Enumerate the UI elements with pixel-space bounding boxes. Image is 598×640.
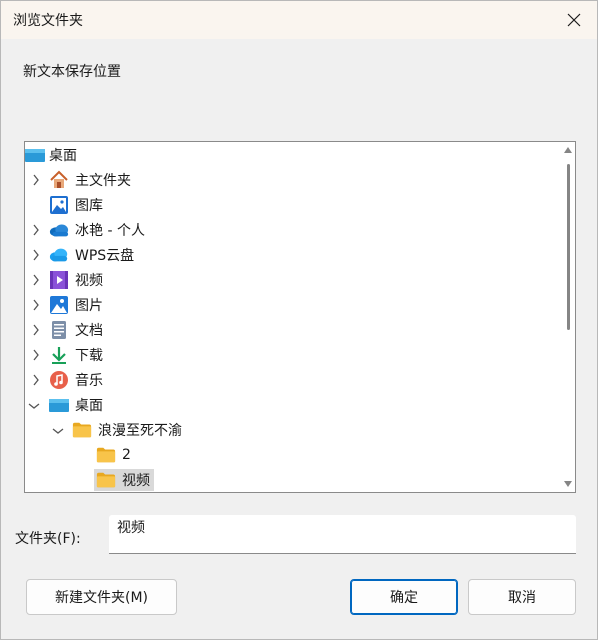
window-title: 浏览文件夹	[13, 13, 83, 29]
tree-item-label: 浪漫至死不渝	[98, 423, 182, 439]
tree-item-downloads[interactable]: 下载	[25, 343, 107, 367]
tree-item-desktop[interactable]: 桌面	[25, 393, 107, 417]
browse-folder-dialog: 浏览文件夹 新文本保存位置 桌面 主文件夹 图库 冰艳 - 个人 WPS云盘 视…	[0, 0, 598, 640]
tree-item-folder-2[interactable]: 2	[25, 443, 135, 467]
close-button[interactable]	[551, 1, 597, 39]
new-folder-button[interactable]: 新建文件夹(M)	[26, 579, 177, 615]
tree-item-wps-cloud[interactable]: WPS云盘	[25, 243, 138, 267]
tree-item-label: 桌面	[75, 398, 103, 414]
ok-button[interactable]: 确定	[350, 579, 458, 615]
tree-item-onedrive[interactable]: 冰艳 - 个人	[25, 218, 149, 242]
title-bar[interactable]: 浏览文件夹	[1, 1, 597, 39]
desktop-icon	[49, 395, 69, 415]
pictures-icon	[49, 295, 69, 315]
tree-item-label: 主文件夹	[75, 173, 131, 189]
wps-cloud-icon	[49, 245, 69, 265]
instruction-text: 新文本保存位置	[23, 64, 121, 80]
folder-icon	[72, 420, 92, 440]
downloads-icon	[49, 345, 69, 365]
scroll-up-icon[interactable]	[564, 146, 572, 154]
chevron-right-icon[interactable]	[30, 174, 42, 186]
chevron-right-icon[interactable]	[30, 299, 42, 311]
tree-item-label: 桌面	[49, 148, 77, 164]
tree-item-label: 视频	[122, 473, 150, 489]
tree-item-documents[interactable]: 文档	[25, 318, 107, 342]
videos-icon	[49, 270, 69, 290]
tree-item-music[interactable]: 音乐	[25, 368, 107, 392]
folder-icon	[96, 445, 116, 465]
tree-item-label: 音乐	[75, 373, 103, 389]
tree-item-label: 图片	[75, 298, 103, 314]
chevron-down-icon[interactable]	[28, 400, 40, 412]
folder-tree[interactable]: 桌面 主文件夹 图库 冰艳 - 个人 WPS云盘 视频 图片 文档 下载 音乐 …	[24, 141, 576, 493]
tree-item-label: WPS云盘	[75, 248, 135, 264]
tree-item-home[interactable]: 主文件夹	[25, 168, 135, 192]
chevron-right-icon[interactable]	[30, 249, 42, 261]
chevron-right-icon[interactable]	[30, 349, 42, 361]
tree-item-label: 视频	[75, 273, 103, 289]
chevron-down-icon[interactable]	[52, 425, 64, 437]
tree-item-label: 2	[122, 447, 131, 463]
tree-item-folder-romantic[interactable]: 浪漫至死不渝	[25, 418, 186, 442]
tree-item-folder-videos[interactable]: 视频	[25, 468, 154, 492]
tree-item-label: 冰艳 - 个人	[75, 223, 145, 239]
cancel-button[interactable]: 取消	[468, 579, 576, 615]
music-icon	[49, 370, 69, 390]
close-icon	[567, 13, 581, 27]
chevron-right-icon[interactable]	[30, 374, 42, 386]
tree-item-videos[interactable]: 视频	[25, 268, 107, 292]
tree-item-gallery[interactable]: 图库	[25, 193, 107, 217]
tree-item-label: 文档	[75, 323, 103, 339]
gallery-icon	[49, 195, 69, 215]
documents-icon	[49, 320, 69, 340]
tree-item-label: 下载	[75, 348, 103, 364]
chevron-right-icon[interactable]	[30, 274, 42, 286]
chevron-right-icon[interactable]	[30, 324, 42, 336]
folder-input[interactable]	[109, 515, 576, 554]
vertical-scrollbar[interactable]	[563, 144, 573, 490]
scrollbar-thumb[interactable]	[567, 164, 570, 330]
chevron-right-icon[interactable]	[30, 224, 42, 236]
tree-item-desktop-root[interactable]: 桌面	[25, 143, 81, 167]
home-icon	[49, 170, 69, 190]
scroll-down-icon[interactable]	[564, 480, 572, 488]
folder-field-label: 文件夹(F):	[15, 531, 81, 547]
tree-item-pictures[interactable]: 图片	[25, 293, 107, 317]
folder-icon	[96, 470, 116, 490]
tree-item-label: 图库	[75, 198, 103, 214]
desktop-icon	[25, 145, 45, 165]
onedrive-icon	[49, 220, 69, 240]
